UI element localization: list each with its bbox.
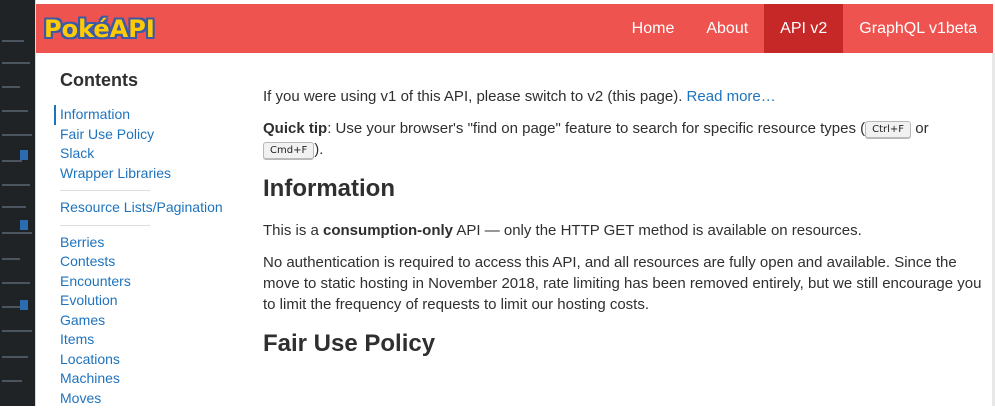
sidebar-item-berries[interactable]: Berries xyxy=(54,233,234,253)
sidebar-item-contests[interactable]: Contests xyxy=(54,252,234,272)
quick-tip-end: ). xyxy=(314,141,323,158)
desktop-background-strip xyxy=(0,0,35,406)
pokeapi-logo[interactable]: PokéAPI xyxy=(44,14,155,44)
sidebar-item-information[interactable]: Information xyxy=(54,105,234,125)
main-content: If you were using v1 of this API, please… xyxy=(263,86,983,375)
sidebar-divider xyxy=(60,190,150,191)
sidebar-item-locations[interactable]: Locations xyxy=(54,350,234,370)
quick-tip-label: Quick tip xyxy=(263,120,327,137)
cmd-f-key: Cmd+F xyxy=(263,142,314,160)
quick-tip-or: or xyxy=(911,120,929,137)
fair-use-heading: Fair Use Policy xyxy=(263,329,983,359)
sidebar-item-machines[interactable]: Machines xyxy=(54,369,234,389)
logo-text: PokéAPI xyxy=(44,15,155,43)
sidebar-item-slack[interactable]: Slack xyxy=(54,144,234,164)
information-paragraph-2: No authentication is required to access … xyxy=(263,252,983,315)
sidebar-item-encounters[interactable]: Encounters xyxy=(54,272,234,292)
intro-paragraph: If you were using v1 of this API, please… xyxy=(263,86,983,107)
sidebar-item-evolution[interactable]: Evolution xyxy=(54,291,234,311)
browser-viewport: PokéAPI Home About API v2 GraphQL v1beta… xyxy=(35,0,995,406)
sidebar-item-moves[interactable]: Moves xyxy=(54,389,234,408)
nav-about-link[interactable]: About xyxy=(690,4,764,53)
nav-home-link[interactable]: Home xyxy=(616,4,691,53)
consumption-only-text: consumption-only xyxy=(323,222,453,239)
sidebar-divider xyxy=(60,225,150,226)
info-p1-suffix: API — only the HTTP GET method is availa… xyxy=(453,222,862,239)
read-more-link[interactable]: Read more… xyxy=(687,88,776,105)
sidebar-item-games[interactable]: Games xyxy=(54,311,234,331)
ctrl-f-key: Ctrl+F xyxy=(865,121,911,139)
information-paragraph-1: This is a consumption-only API — only th… xyxy=(263,220,983,241)
sidebar-item-fair-use-policy[interactable]: Fair Use Policy xyxy=(54,125,234,145)
quick-tip-paragraph: Quick tip: Use your browser's "find on p… xyxy=(263,118,983,160)
nav-menu: Home About API v2 GraphQL v1beta xyxy=(616,4,993,53)
nav-api-v2-link[interactable]: API v2 xyxy=(764,4,843,53)
info-p1-prefix: This is a xyxy=(263,222,323,239)
intro-text: If you were using v1 of this API, please… xyxy=(263,88,687,105)
information-heading: Information xyxy=(263,174,983,204)
sidebar-title: Contents xyxy=(54,70,234,91)
quick-tip-text: : Use your browser's "find on page" feat… xyxy=(327,120,865,137)
sidebar-item-items[interactable]: Items xyxy=(54,330,234,350)
contents-sidebar: Contents Information Fair Use Policy Sla… xyxy=(54,70,234,408)
sidebar-item-resource-lists[interactable]: Resource Lists/Pagination xyxy=(54,198,234,218)
sidebar-item-wrapper-libraries[interactable]: Wrapper Libraries xyxy=(54,164,234,184)
nav-graphql-link[interactable]: GraphQL v1beta xyxy=(843,4,993,53)
top-navbar: PokéAPI Home About API v2 GraphQL v1beta xyxy=(36,4,993,53)
